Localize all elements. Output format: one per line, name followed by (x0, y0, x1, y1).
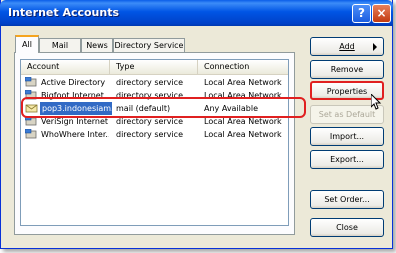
accounts-list[interactable]: Account Type Connection Active Directory… (20, 59, 289, 226)
title-bar[interactable]: Internet Accounts ? × (0, 0, 393, 26)
export-button[interactable]: Export... (310, 150, 384, 169)
account-type: directory service (116, 130, 183, 139)
set-order-button[interactable]: Set Order... (310, 190, 384, 209)
tab-mail[interactable]: Mail (39, 38, 81, 52)
list-row-whowhere[interactable]: WhoWhere Inter... directory service Loca… (21, 128, 288, 141)
account-name: WhoWhere Inter... (41, 130, 109, 139)
column-header-account[interactable]: Account (21, 60, 110, 74)
import-button[interactable]: Import... (310, 127, 384, 146)
window-title: Internet Accounts (8, 6, 120, 19)
account-type: directory service (116, 78, 183, 87)
internet-accounts-dialog: Internet Accounts ? × All Mail News Dire… (0, 0, 393, 249)
close-window-button[interactable]: × (372, 4, 391, 23)
tab-all[interactable]: All (15, 35, 39, 53)
arrow-right-icon (373, 43, 377, 51)
close-button[interactable]: Close (310, 218, 384, 237)
account-name: Active Directory (41, 78, 106, 87)
tab-news[interactable]: News (81, 38, 113, 52)
account-connection: Local Area Network (204, 78, 282, 87)
mouse-pointer-icon (371, 94, 382, 110)
list-header: Account Type Connection (21, 60, 288, 75)
directory-service-icon (25, 77, 37, 87)
account-connection: Local Area Network (204, 130, 282, 139)
remove-button[interactable]: Remove (310, 60, 384, 79)
tab-directory-service[interactable]: Directory Service (113, 38, 185, 52)
row-highlight-annotation (21, 97, 306, 118)
column-header-type[interactable]: Type (110, 60, 198, 74)
add-button[interactable]: Add (310, 37, 384, 56)
directory-service-icon (25, 129, 37, 139)
add-button-label: Add (339, 42, 355, 51)
help-button[interactable]: ? (352, 4, 371, 23)
column-header-connection[interactable]: Connection (198, 60, 288, 74)
list-row-active-directory[interactable]: Active Directory directory service Local… (21, 76, 288, 89)
